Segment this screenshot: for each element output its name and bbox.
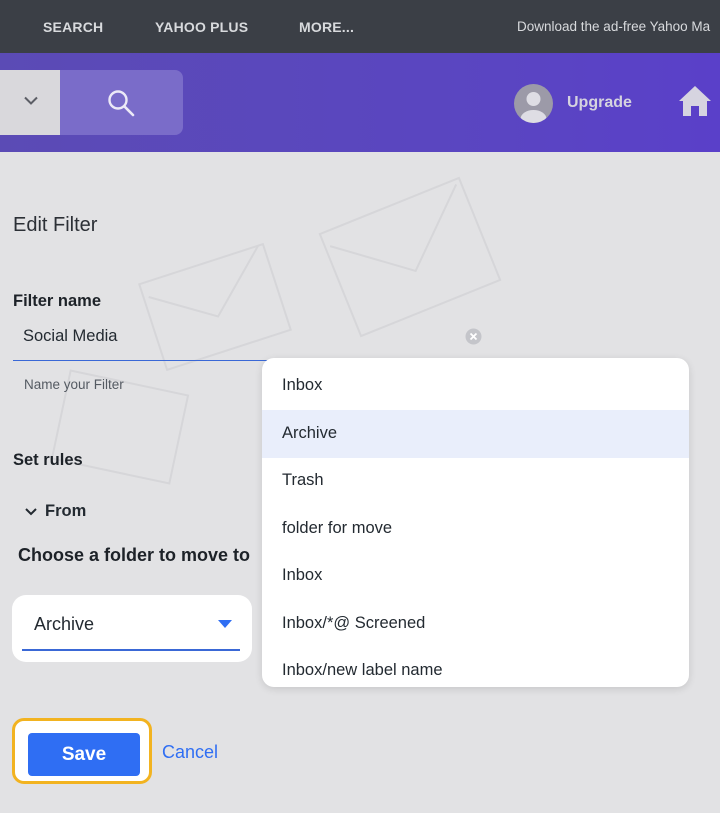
upgrade-link[interactable]: Upgrade bbox=[567, 94, 632, 112]
set-rules-label: Set rules bbox=[13, 451, 83, 469]
filter-name-label: Filter name bbox=[13, 292, 102, 310]
dropdown-option[interactable]: folder for move bbox=[262, 505, 689, 553]
save-button[interactable]: Save bbox=[28, 733, 140, 776]
dropdown-option-selected[interactable]: Archive bbox=[262, 410, 689, 458]
from-rule-toggle[interactable]: From bbox=[25, 502, 86, 521]
caret-down-icon bbox=[218, 620, 232, 628]
avatar[interactable] bbox=[514, 84, 553, 123]
folder-select-underline bbox=[22, 649, 240, 651]
clear-input-icon[interactable] bbox=[465, 328, 482, 345]
filter-name-field bbox=[13, 314, 483, 361]
folder-select-value: Archive bbox=[34, 614, 95, 634]
dropdown-option[interactable]: Inbox/*@ Screened bbox=[262, 600, 689, 648]
save-button-focus-ring: Save bbox=[12, 718, 152, 784]
dropdown-option[interactable]: Inbox/new label name bbox=[262, 647, 689, 687]
home-icon[interactable] bbox=[677, 83, 713, 119]
folder-dropdown-menu[interactable]: Inbox Archive Trash folder for move Inbo… bbox=[262, 358, 689, 687]
dropdown-option[interactable]: Trash bbox=[262, 457, 689, 505]
nav-link-yahoo-plus[interactable]: YAHOO PLUS bbox=[155, 19, 248, 35]
search-icon bbox=[108, 90, 135, 117]
ad-free-promo-link[interactable]: Download the ad-free Yahoo Ma bbox=[517, 19, 710, 34]
top-nav-bar: SEARCH YAHOO PLUS MORE... Download the a… bbox=[0, 0, 720, 53]
search-scope-dropdown[interactable] bbox=[0, 70, 61, 135]
filter-name-hint: Name your Filter bbox=[24, 377, 124, 392]
nav-link-search[interactable]: SEARCH bbox=[43, 19, 103, 35]
choose-folder-label: Choose a folder to move to bbox=[18, 545, 251, 565]
from-rule-label: From bbox=[45, 502, 87, 520]
filter-name-input[interactable] bbox=[23, 323, 453, 349]
cancel-button[interactable]: Cancel bbox=[162, 742, 218, 763]
chevron-down-icon bbox=[25, 507, 37, 516]
page-title: Edit Filter bbox=[13, 214, 98, 236]
dropdown-option[interactable]: Inbox bbox=[262, 552, 689, 600]
nav-link-more[interactable]: MORE... bbox=[299, 19, 354, 35]
dropdown-option[interactable]: Inbox bbox=[262, 362, 689, 410]
mail-header: Upgrade bbox=[0, 53, 720, 152]
search-button[interactable] bbox=[60, 70, 183, 135]
user-avatar-icon bbox=[520, 92, 547, 123]
chevron-down-icon bbox=[24, 96, 38, 105]
folder-select[interactable]: Archive bbox=[12, 595, 252, 662]
